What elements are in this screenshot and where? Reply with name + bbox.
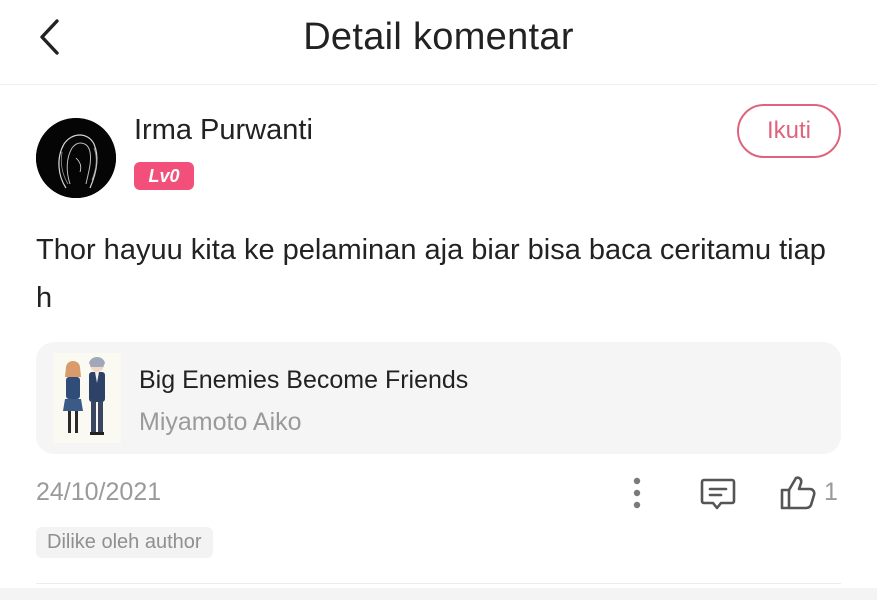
book-cover-image xyxy=(53,353,121,443)
avatar[interactable] xyxy=(36,118,116,198)
avatar-image xyxy=(36,118,116,198)
liked-by-author-tag: Dilike oleh author xyxy=(36,527,213,558)
comment-text: Thor hayuu kita ke pelaminan aja biar bi… xyxy=(36,234,826,314)
header: Detail komentar xyxy=(0,0,877,85)
divider xyxy=(36,583,841,584)
thumbs-up-icon xyxy=(780,476,816,510)
book-card[interactable]: Big Enemies Become Friends Miyamoto Aiko xyxy=(36,342,841,454)
follow-button[interactable]: Ikuti xyxy=(737,104,841,158)
more-vertical-icon xyxy=(633,477,641,509)
page-title: Detail komentar xyxy=(303,16,574,58)
book-author: Miyamoto Aiko xyxy=(139,408,302,436)
book-title: Big Enemies Become Friends xyxy=(139,366,469,394)
username[interactable]: Irma Purwanti xyxy=(134,114,313,147)
comment-icon xyxy=(700,478,736,510)
book-cover xyxy=(53,353,121,443)
reply-button[interactable] xyxy=(697,474,739,514)
like-count: 1 xyxy=(824,478,838,506)
level-badge: Lv0 xyxy=(134,162,194,190)
more-button[interactable] xyxy=(622,474,652,512)
comment-detail-screen: Detail komentar Irma Purwanti Lv0 Ikuti … xyxy=(0,0,877,600)
comment-date: 24/10/2021 xyxy=(36,478,162,506)
section-separator xyxy=(0,588,877,600)
like-button[interactable] xyxy=(778,472,818,514)
